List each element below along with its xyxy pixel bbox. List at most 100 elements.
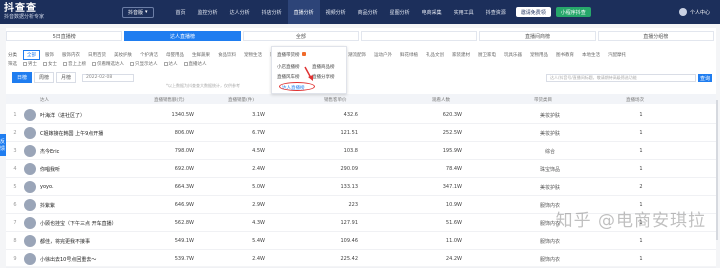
influencer-name[interactable]: 杰今Eric xyxy=(40,148,59,155)
category-item[interactable]: 礼品文创 xyxy=(423,51,447,59)
avatar[interactable] xyxy=(24,145,36,157)
checkbox-icon xyxy=(92,62,96,66)
category-item[interactable]: 潮流配饰 xyxy=(345,51,369,59)
col-sales[interactable]: 直播销售额(元) xyxy=(154,97,185,103)
avatar[interactable] xyxy=(24,199,36,211)
filter-checkbox[interactable]: 只显示达人 xyxy=(130,61,158,67)
dropdown-item[interactable]: 直播风车榜 xyxy=(277,74,300,80)
col-price[interactable]: 销售客单价 xyxy=(324,97,347,103)
search-button[interactable]: 查询 xyxy=(698,74,712,82)
nav-item-monitor[interactable]: 监控分析 xyxy=(192,0,224,24)
filter-checkbox[interactable]: 男士 xyxy=(23,61,37,67)
influencer-name[interactable]: 小徐出去10号点回重去～ xyxy=(40,256,96,263)
col-views[interactable]: 观看人数 xyxy=(432,97,450,103)
nav-item-influencer[interactable]: 达人分析 xyxy=(224,0,256,24)
category-item[interactable]: 鲜花绿植 xyxy=(397,51,421,59)
nav-item-store[interactable]: 抖店分析 xyxy=(256,0,288,24)
table-row[interactable]: 4 你唱我听 692.0W 2.4W 290.09 78.4W 珠宝饰品 1 xyxy=(6,160,716,178)
category-item[interactable]: 宠物用品 xyxy=(527,51,551,59)
influencer-name[interactable]: 叶海洋（进社区了） xyxy=(40,112,85,119)
category-item[interactable]: 汽配摩托 xyxy=(605,51,629,59)
filter-checkbox[interactable]: 音上上榜 xyxy=(63,61,86,67)
avatar[interactable] xyxy=(24,181,36,193)
nav-item-product[interactable]: 商品分析 xyxy=(352,0,384,24)
influencer-name[interactable]: 抖紫紫 xyxy=(40,202,55,209)
highlight-arrow-icon xyxy=(304,66,313,81)
logo[interactable]: 抖查查 抖音数据分析专家 xyxy=(4,3,94,21)
table-row[interactable]: 9 小徐出去10号点回重去～ 539.7W 2.4W 225.42 24.2W 服饰内衣 1 xyxy=(6,250,716,268)
avatar[interactable] xyxy=(24,235,36,247)
tab-5day[interactable]: 5日直播榜 xyxy=(6,31,123,41)
filter-checkbox[interactable]: 达人 xyxy=(163,61,178,67)
tab-live-group[interactable]: 直播分组榜 xyxy=(597,31,714,41)
category-cell: 美妆护肤 xyxy=(539,113,560,119)
category-item[interactable]: 厨卫家电 xyxy=(475,51,499,59)
nav-item-home[interactable]: 首页 xyxy=(170,0,192,24)
influencer-name[interactable]: C姐嫁接在韩国 上午9点开播 xyxy=(40,130,103,137)
col-volume[interactable]: 直播销量(件) xyxy=(228,97,254,103)
avatar[interactable] xyxy=(24,127,36,139)
table-row[interactable]: 1 叶海洋（进社区了） 1340.5W 3.1W 432.6 620.3W 美妆护肤 1 xyxy=(6,106,716,124)
influencer-name[interactable]: 小顾也挂宝（下午三点 开车直播） xyxy=(40,220,117,227)
category-item[interactable]: 食品饮料 xyxy=(215,51,239,59)
table-row[interactable]: 8 都佳，将完更我不接事 549.1W 5.4W 109.46 11.0W 服饰内衣 1 xyxy=(6,232,716,250)
tab-influencer-live[interactable]: 达人直播榜 xyxy=(124,31,241,41)
col-count[interactable]: 直播场次 xyxy=(626,97,644,103)
category-item[interactable]: 玩具乐器 xyxy=(501,51,525,59)
price-cell: 127.91 xyxy=(340,220,359,226)
category-item[interactable]: 服饰内衣 xyxy=(59,51,83,59)
nav-item-video[interactable]: 视频分析 xyxy=(320,0,352,24)
volume-cell: 6.7W xyxy=(252,130,265,136)
segment-week[interactable]: 周榜 xyxy=(34,72,55,83)
category-item[interactable]: 家装建材 xyxy=(449,51,473,59)
category-item[interactable]: 日用百货 xyxy=(85,51,109,59)
search-input[interactable]: 达人/抖音号/直播间标题，敬请期待高级筛选功能 xyxy=(546,74,696,82)
avatar[interactable] xyxy=(24,163,36,175)
category-item[interactable]: 母婴用品 xyxy=(163,51,187,59)
filter-checkbox[interactable]: 直播达人 xyxy=(183,61,207,67)
dropdown-item[interactable]: 直播带货榜 xyxy=(277,52,306,58)
scrollbar[interactable] xyxy=(716,100,718,240)
nav-item-xingtu[interactable]: 星图分析 xyxy=(384,0,416,24)
tab-blank[interactable] xyxy=(360,31,478,41)
avatar xyxy=(678,8,687,16)
influencer-name[interactable]: 你唱我听 xyxy=(40,166,60,173)
mini-program-button[interactable]: 小程序抖查 xyxy=(555,7,591,17)
user-menu[interactable]: 个人中心 xyxy=(678,8,710,16)
category-item[interactable]: 生鲜蔬果 xyxy=(189,51,213,59)
segment-day[interactable]: 日榜 xyxy=(12,72,33,83)
filter-checkbox[interactable]: 仅看精选达人 xyxy=(92,61,124,67)
rank-cell: 3 xyxy=(13,148,17,154)
category-item[interactable]: 运动户外 xyxy=(371,51,395,59)
table-row[interactable]: 2 C姐嫁接在韩国 上午9点开播 806.0W 6.7W 121.51 252.5W 美妆护… xyxy=(6,124,716,142)
filter-checkbox[interactable]: 女士 xyxy=(43,61,57,67)
invite-button[interactable]: 邀请免费领 xyxy=(515,7,551,17)
category-item[interactable]: 服饰 xyxy=(42,51,57,59)
nav-item-tools[interactable]: 实用工具 xyxy=(448,0,480,24)
platform-select[interactable]: 抖音版 ▾ xyxy=(122,6,154,18)
dropdown-item[interactable]: 小店直播榜 xyxy=(277,64,300,70)
category-item[interactable]: 宠物生活 xyxy=(241,51,265,59)
count-cell: 1 xyxy=(639,238,643,244)
table-row[interactable]: 5 yoyo. 664.3W 5.0W 133.13 347.1W 美妆护肤 2 xyxy=(6,178,716,196)
category-item[interactable]: 个护清洁 xyxy=(137,51,161,59)
avatar[interactable] xyxy=(24,109,36,121)
tab-all[interactable]: 全部 xyxy=(242,31,359,41)
segment-month[interactable]: 月榜 xyxy=(56,72,77,83)
date-picker[interactable]: 2022-02-08 xyxy=(82,73,135,82)
attribute-filter: 筛选 男士 女士 音上上榜 仅看精选达人 只显示达人 达人 直播达人 xyxy=(8,61,207,67)
influencer-name[interactable]: yoyo. xyxy=(40,184,54,190)
nav-item-resources[interactable]: 抖查资源 xyxy=(480,0,512,24)
tab-live-product[interactable]: 直播间商榜 xyxy=(479,31,596,41)
nav-item-live[interactable]: 直播分析 xyxy=(287,0,320,24)
logo-main: 抖查查 xyxy=(4,3,37,14)
category-item[interactable]: 全部 xyxy=(23,50,40,60)
category-item[interactable]: 美妆护肤 xyxy=(111,51,135,59)
influencer-name[interactable]: 都佳，将完更我不接事 xyxy=(40,238,90,245)
nav-item-collect[interactable]: 电商采集 xyxy=(416,0,448,24)
category-item[interactable]: 本地生活 xyxy=(579,51,603,59)
category-item[interactable]: 图书教育 xyxy=(553,51,577,59)
avatar[interactable] xyxy=(24,217,36,229)
avatar[interactable] xyxy=(24,253,36,265)
table-row[interactable]: 3 杰今Eric 798.0W 4.5W 103.8 195.9W 综合 1 xyxy=(6,142,716,160)
